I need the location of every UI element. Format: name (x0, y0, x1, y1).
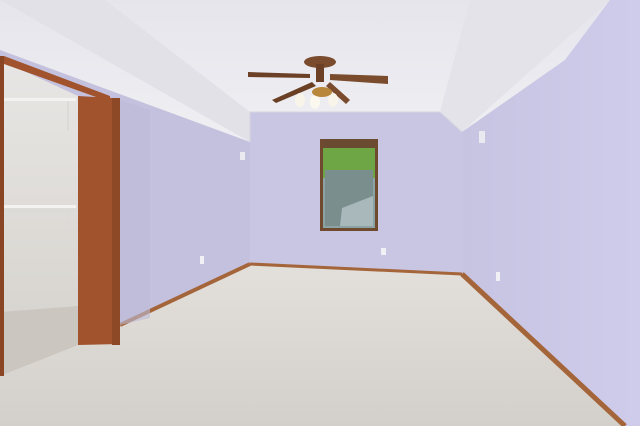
closet-shelf-upper (4, 98, 76, 101)
closet-shelf-lower (4, 205, 76, 208)
air-vent-icon (240, 152, 245, 160)
air-vent-icon (479, 131, 485, 143)
outlet-icon (496, 272, 500, 281)
outlet-icon (381, 248, 386, 255)
bedroom-scene (0, 0, 640, 426)
outlet-icon (200, 256, 204, 264)
window-icon (320, 139, 378, 231)
bedroom-photo (0, 0, 640, 426)
closet (0, 60, 78, 376)
